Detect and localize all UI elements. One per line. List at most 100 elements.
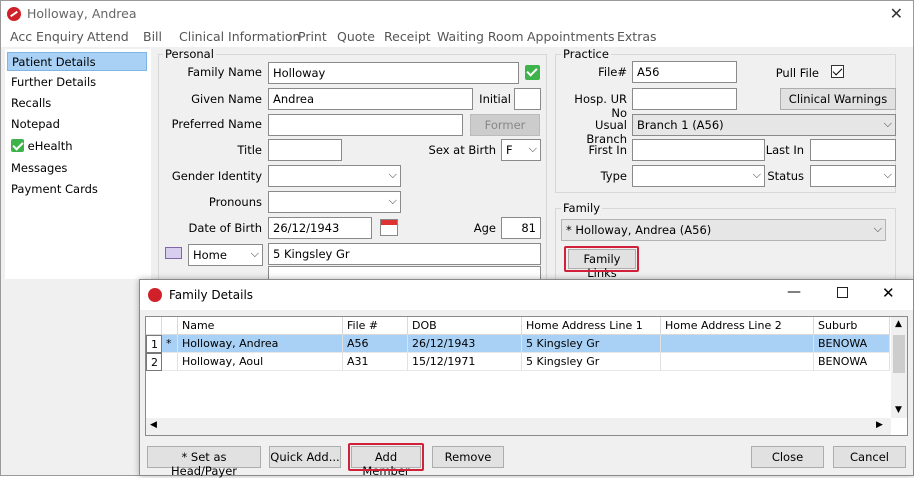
cell-file: A56 — [343, 335, 408, 353]
pull-file-label: Pull File — [775, 66, 819, 80]
scroll-down-icon[interactable]: ▼ — [895, 405, 902, 415]
family-name-field[interactable]: Holloway — [268, 62, 519, 84]
row-number: 1 — [146, 335, 162, 353]
given-name-field[interactable]: Andrea — [268, 88, 473, 110]
column-header-suburb[interactable]: Suburb — [814, 317, 890, 335]
envelope-icon[interactable] — [165, 247, 182, 259]
address-type-select[interactable]: Home ⌵ — [188, 244, 263, 266]
sidebar-item-notepad[interactable]: Notepad — [7, 115, 147, 134]
cell-suburb: BENOWA — [814, 353, 890, 371]
sidebar-item-label: eHealth — [27, 139, 73, 153]
gender-identity-label: Gender Identity — [171, 169, 262, 183]
chevron-down-icon: ⌵ — [388, 168, 397, 181]
marker-header — [162, 317, 178, 335]
preferred-name-field[interactable] — [268, 114, 463, 136]
sex-value: F — [506, 143, 513, 157]
quick-add-button[interactable]: Quick Add... — [269, 446, 341, 468]
type-label: Type — [600, 169, 627, 183]
chevron-down-icon: ⌵ — [752, 168, 761, 181]
menu-appointments[interactable]: Appointments — [527, 29, 615, 44]
initial-field[interactable] — [514, 88, 541, 110]
age-field[interactable]: 81 — [501, 217, 541, 239]
column-header-file[interactable]: File # — [343, 317, 408, 335]
first-in-field[interactable] — [632, 139, 765, 161]
pull-file-checkbox[interactable] — [831, 65, 844, 78]
maximize-icon[interactable] — [837, 287, 848, 298]
menu-attend[interactable]: Attend — [87, 29, 129, 44]
column-header-address2[interactable]: Home Address Line 2 — [661, 317, 814, 335]
cell-name: Holloway, Aoul — [178, 353, 343, 371]
initial-label: Initial — [479, 92, 511, 106]
pronouns-label: Pronouns — [208, 195, 262, 209]
remove-button[interactable]: Remove — [432, 446, 504, 468]
sex-at-birth-select[interactable]: F ⌵ — [501, 139, 541, 161]
clinical-warnings-button[interactable]: Clinical Warnings — [780, 88, 896, 110]
menu-waiting-room[interactable]: Waiting Room — [437, 29, 524, 44]
add-member-highlight — [348, 443, 424, 471]
dialog-title: Family Details — [169, 288, 254, 302]
column-header-address1[interactable]: Home Address Line 1 — [522, 317, 661, 335]
type-select[interactable]: ⌵ — [632, 165, 765, 187]
file-label: File# — [598, 65, 627, 79]
hosp-ur-field[interactable] — [632, 88, 737, 110]
usual-branch-select[interactable]: Branch 1 (A56) ⌵ — [632, 114, 896, 136]
close-button[interactable]: Close — [751, 446, 824, 468]
cell-name: Holloway, Andrea — [178, 335, 343, 353]
sidebar-item-recalls[interactable]: Recalls — [7, 94, 147, 113]
family-members-table: Name File # DOB Home Address Line 1 Home… — [145, 316, 908, 436]
family-member-select[interactable]: * Holloway, Andrea (A56) ⌵ — [561, 219, 886, 241]
dob-label: Date of Birth — [188, 221, 263, 235]
column-header-name[interactable]: Name — [178, 317, 343, 335]
dialog-title-bar: Family Details — ✕ — [140, 280, 913, 310]
menu-quote[interactable]: Quote — [337, 29, 375, 44]
chevron-down-icon: ⌵ — [250, 247, 259, 260]
menu-extras[interactable]: Extras — [617, 29, 657, 44]
menu-bar: Acc Enquiry Attend Bill Clinical Informa… — [1, 27, 913, 47]
hosp-ur-label: Hosp. UR No — [574, 92, 627, 120]
sidebar-item-patient-details[interactable]: Patient Details — [7, 52, 147, 71]
pronouns-select[interactable]: ⌵ — [268, 191, 401, 213]
dob-field[interactable]: 26/12/1943 — [268, 217, 372, 239]
vertical-scrollbar[interactable]: ▲ ▼ — [891, 317, 907, 418]
sidebar-item-ehealth[interactable]: eHealth — [7, 137, 147, 156]
chevron-down-icon: ⌵ — [388, 194, 397, 207]
gender-identity-select[interactable]: ⌵ — [268, 165, 401, 187]
scroll-up-icon[interactable]: ▲ — [895, 319, 902, 329]
status-select[interactable]: ⌵ — [810, 165, 896, 187]
usual-branch-label: Usual Branch — [586, 118, 627, 146]
scroll-thumb[interactable] — [893, 335, 905, 373]
menu-clinical-information[interactable]: Clinical Information — [179, 29, 300, 44]
sidebar-item-messages[interactable]: Messages — [7, 159, 147, 178]
cancel-button[interactable]: Cancel — [833, 446, 906, 468]
last-in-field[interactable] — [810, 139, 896, 161]
scroll-right-icon[interactable]: ▶ — [876, 420, 883, 430]
close-icon[interactable]: ✕ — [890, 4, 903, 23]
first-in-label: First In — [588, 143, 627, 157]
close-icon[interactable]: ✕ — [882, 284, 895, 302]
horizontal-scrollbar[interactable]: ◀ ▶ — [146, 418, 891, 435]
menu-print[interactable]: Print — [298, 29, 327, 44]
sidebar: Patient Details Further Details Recalls … — [5, 49, 151, 279]
family-details-dialog: Family Details — ✕ Name File # DOB Home … — [139, 279, 914, 478]
age-label: Age — [473, 221, 496, 235]
address-line1-field[interactable]: 5 Kingsley Gr — [268, 243, 541, 265]
menu-acc-enquiry[interactable]: Acc Enquiry — [10, 29, 84, 44]
sidebar-item-further-details[interactable]: Further Details — [7, 73, 147, 92]
title-bar: Holloway, Andrea ✕ — [1, 1, 913, 27]
family-name-verified-icon — [525, 65, 540, 80]
minimize-icon[interactable]: — — [787, 284, 801, 300]
set-head-payer-button[interactable]: * Set as Head/Payer — [147, 446, 261, 478]
title-field[interactable] — [268, 139, 342, 161]
scroll-left-icon[interactable]: ◀ — [150, 420, 157, 430]
calendar-icon[interactable] — [380, 219, 398, 236]
sidebar-item-payment-cards[interactable]: Payment Cards — [7, 180, 147, 199]
column-header-dob[interactable]: DOB — [408, 317, 522, 335]
address-line2-field[interactable] — [268, 266, 541, 280]
chevron-down-icon: ⌵ — [883, 168, 892, 181]
former-button[interactable]: Former — [470, 114, 540, 136]
file-field[interactable]: A56 — [632, 61, 737, 83]
chevron-down-icon: ⌵ — [528, 142, 537, 155]
menu-receipt[interactable]: Receipt — [384, 29, 431, 44]
cell-address1: 5 Kingsley Gr — [522, 335, 661, 353]
menu-bill[interactable]: Bill — [143, 29, 162, 44]
